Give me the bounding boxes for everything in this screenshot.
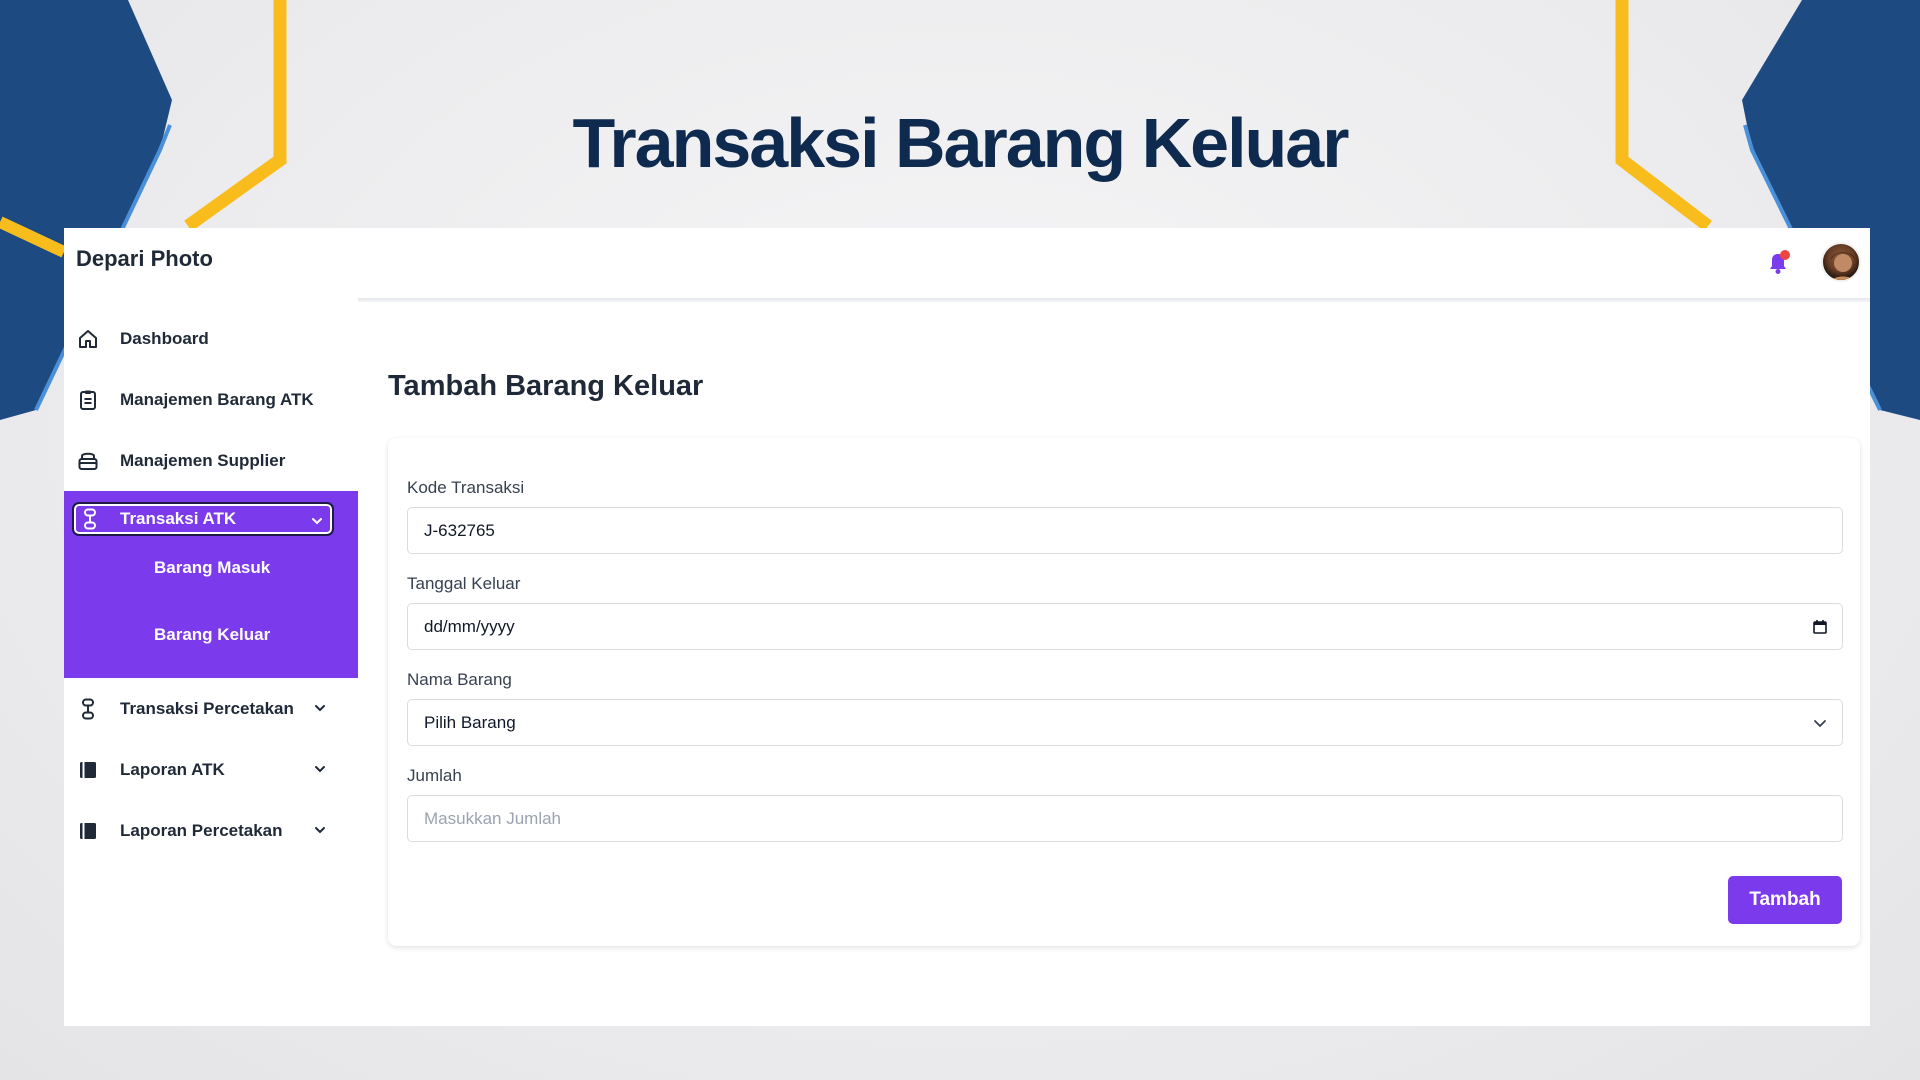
sidebar-group-transaksi-atk: Transaksi ATK Barang Masuk Barang Keluar	[64, 491, 358, 678]
kode-transaksi-label: Kode Transaksi	[407, 478, 525, 497]
select-value: Pilih Barang	[424, 712, 516, 732]
form-card: Kode Transaksi J-632765 Tanggal Keluar d…	[388, 438, 1860, 946]
kode-transaksi-input[interactable]: J-632765	[407, 507, 1843, 554]
sidebar-item-laporan-percetakan[interactable]: Laporan Percetakan	[64, 800, 358, 861]
book-icon	[76, 819, 100, 843]
sidebar-item-transaksi-percetakan[interactable]: Transaksi Percetakan	[64, 678, 358, 739]
box-icon	[76, 449, 100, 473]
sidebar-item-manajemen-barang-atk[interactable]: Manajemen Barang ATK	[64, 369, 358, 430]
jumlah-input[interactable]: Masukkan Jumlah	[407, 795, 1843, 842]
tambah-button[interactable]: Tambah	[1728, 876, 1842, 924]
nama-barang-select[interactable]: Pilih Barang	[407, 699, 1843, 746]
app-window: Depari Photo Dashboard Manajemen Barang …	[64, 228, 1870, 1026]
page-title: Tambah Barang Keluar	[388, 370, 704, 402]
sidebar-item-label: Manajemen Barang ATK	[120, 389, 314, 409]
transaction-icon	[76, 697, 100, 721]
chevron-down-icon	[312, 700, 328, 716]
sidebar-item-label: Manajemen Supplier	[120, 450, 286, 470]
chevron-down-icon	[1812, 715, 1828, 731]
book-icon	[76, 758, 100, 782]
home-icon	[76, 327, 100, 351]
sidebar-item-label: Dashboard	[120, 328, 209, 348]
sidebar-group-label: Transaksi ATK	[120, 509, 237, 528]
tanggal-keluar-date-input[interactable]: dd/mm/yyyy	[407, 603, 1843, 650]
calendar-icon[interactable]	[1812, 619, 1828, 635]
user-avatar[interactable]	[1821, 242, 1861, 282]
tanggal-keluar-label: Tanggal Keluar	[407, 574, 521, 593]
topbar-divider	[358, 298, 1870, 302]
sidebar-item-laporan-atk[interactable]: Laporan ATK	[64, 739, 358, 800]
transaction-icon	[80, 508, 100, 530]
sidebar-item-label: Transaksi Percetakan	[120, 698, 294, 718]
sidebar: Dashboard Manajemen Barang ATK Manajemen…	[64, 308, 358, 861]
sidebar-item-label: Laporan ATK	[120, 759, 225, 779]
sidebar-item-dashboard[interactable]: Dashboard	[64, 308, 358, 369]
sidebar-subitem-barang-keluar[interactable]: Barang Keluar	[64, 601, 358, 668]
slide-title: Transaksi Barang Keluar	[572, 104, 1350, 182]
sidebar-group-toggle-transaksi-atk[interactable]: Transaksi ATK	[72, 502, 334, 536]
nama-barang-label: Nama Barang	[407, 670, 512, 689]
sidebar-subitem-barang-masuk[interactable]: Barang Masuk	[64, 534, 358, 601]
chevron-down-icon	[310, 513, 324, 527]
date-value: dd/mm/yyyy	[424, 616, 515, 636]
notification-bell-icon[interactable]	[1764, 248, 1792, 278]
sidebar-item-manajemen-supplier[interactable]: Manajemen Supplier	[64, 430, 358, 491]
sidebar-item-label: Laporan Percetakan	[120, 820, 283, 840]
clipboard-icon	[76, 388, 100, 412]
jumlah-label: Jumlah	[407, 766, 462, 785]
notification-dot	[1780, 250, 1790, 260]
chevron-down-icon	[312, 822, 328, 838]
chevron-down-icon	[312, 761, 328, 777]
app-brand: Depari Photo	[76, 246, 213, 271]
